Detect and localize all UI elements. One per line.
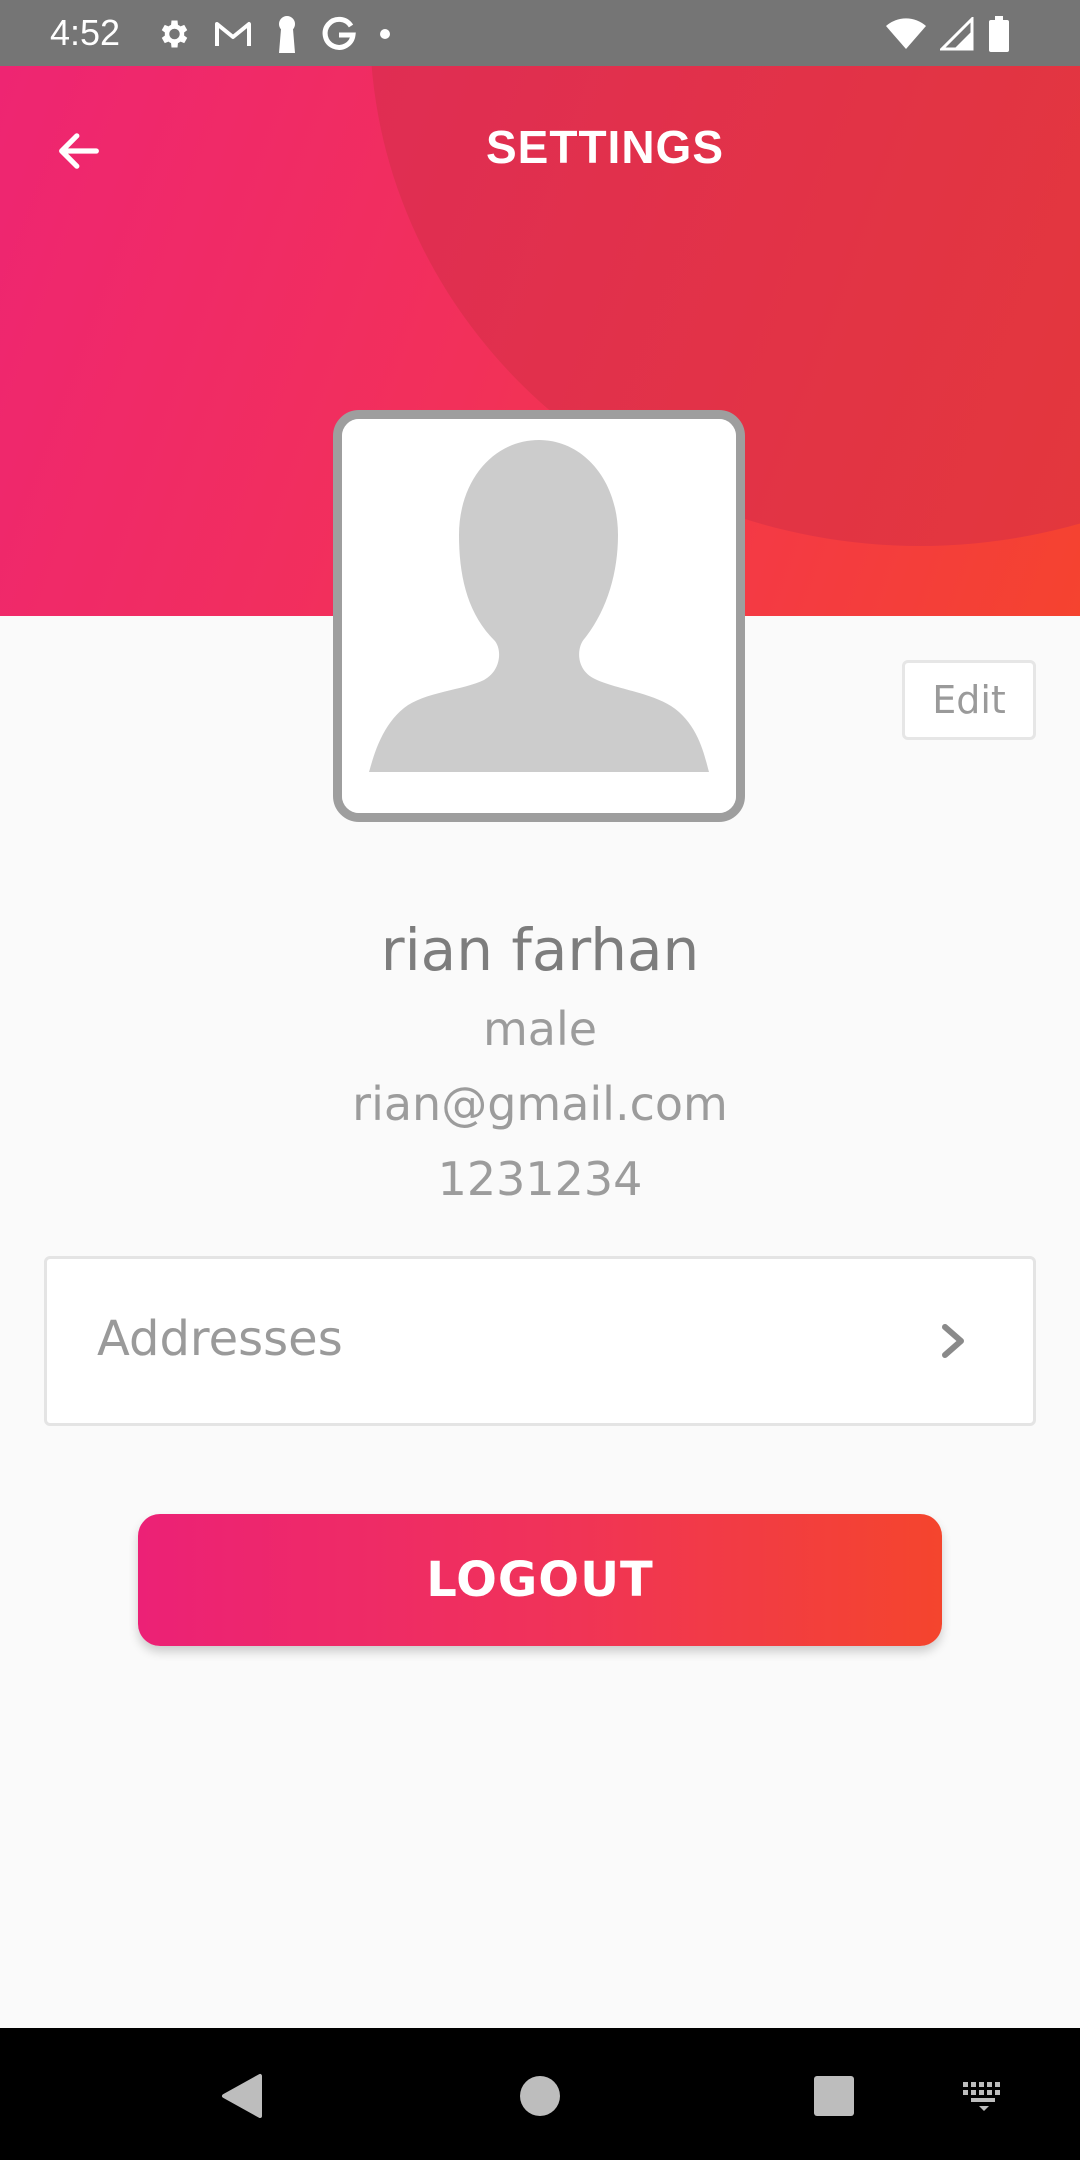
profile-gender: male <box>482 1002 598 1056</box>
gmail-icon <box>213 18 253 50</box>
profile-name: rian farhan <box>380 916 700 984</box>
profile-email: rian@gmail.com <box>352 1077 728 1131</box>
back-triangle-icon <box>222 2074 262 2118</box>
keyhole-icon <box>275 15 299 53</box>
keyboard-icon <box>963 2082 1000 2111</box>
wifi-icon <box>886 18 926 50</box>
signal-icon <box>940 17 974 51</box>
edit-button[interactable]: Edit <box>902 660 1036 740</box>
nav-keyboard-button[interactable] <box>952 2064 1016 2128</box>
google-icon <box>321 16 357 52</box>
home-circle-icon <box>520 2076 560 2116</box>
nav-back-button[interactable] <box>210 2064 274 2128</box>
chevron-right-icon <box>933 1311 973 1371</box>
nav-recents-button[interactable] <box>802 2064 866 2128</box>
addresses-label: Addresses <box>97 1311 343 1367</box>
logout-button[interactable]: LOGOUT <box>138 1514 942 1646</box>
battery-icon <box>988 16 1010 52</box>
addresses-menu-item[interactable]: Addresses <box>44 1256 1036 1426</box>
avatar[interactable] <box>333 410 745 822</box>
status-bar: 4:52 <box>0 0 1080 66</box>
navigation-bar <box>0 2028 1080 2160</box>
nav-home-button[interactable] <box>508 2064 572 2128</box>
settings-icon <box>155 16 191 52</box>
dot-icon <box>379 28 391 40</box>
person-silhouette-icon <box>342 419 736 813</box>
status-time: 4:52 <box>50 12 121 53</box>
status-icons-left <box>155 12 391 56</box>
status-icons-right <box>886 12 1010 56</box>
page-title: SETTINGS <box>485 121 725 173</box>
profile-phone: 1231234 <box>437 1152 643 1206</box>
recents-square-icon <box>814 2076 854 2116</box>
